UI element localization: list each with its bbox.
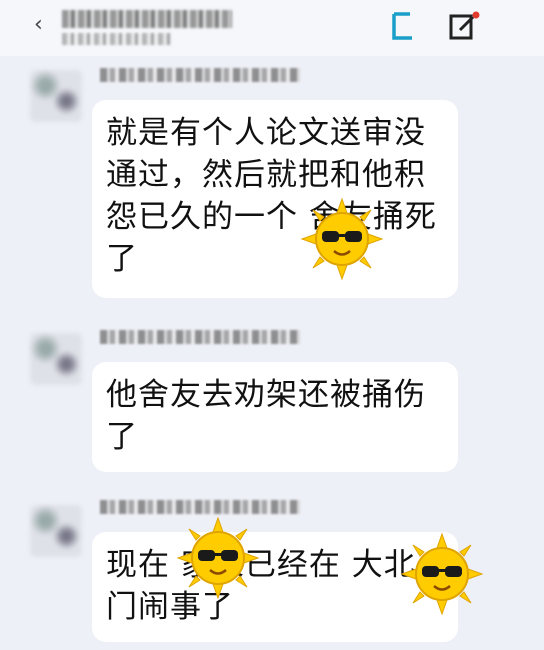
- message-text: 就是有个人论文送审没通过，然后就把和他积怨已久的一个 舍友捅死了: [106, 115, 437, 277]
- chevron-left-icon[interactable]: ‹: [34, 12, 43, 37]
- sunglasses-sun-sticker: [176, 516, 260, 600]
- sunglasses-sun-sticker: [300, 197, 384, 281]
- edit-icon[interactable]: [448, 10, 482, 42]
- sidebar-icon[interactable]: [390, 10, 416, 42]
- chat-subtitle-redacted: [62, 33, 172, 45]
- avatar[interactable]: [30, 505, 82, 557]
- chat-title-redacted: [62, 10, 232, 28]
- avatar[interactable]: [30, 70, 82, 122]
- avatar[interactable]: [30, 333, 82, 385]
- message-text: 他舍友去劝架还被捅伤了: [106, 377, 426, 455]
- message-text: 现在 家长已经在 大北门闹事了: [106, 547, 416, 625]
- message-bubble[interactable]: 就是有个人论文送审没通过，然后就把和他积怨已久的一个 舍友捅死了: [92, 100, 458, 298]
- sender-name-redacted: [100, 68, 300, 82]
- chat-header: ‹: [0, 0, 544, 56]
- sender-name-redacted: [100, 330, 300, 344]
- sender-name-redacted: [100, 500, 300, 514]
- sunglasses-sun-sticker: [400, 532, 484, 616]
- message-bubble[interactable]: 他舍友去劝架还被捅伤了: [92, 362, 458, 472]
